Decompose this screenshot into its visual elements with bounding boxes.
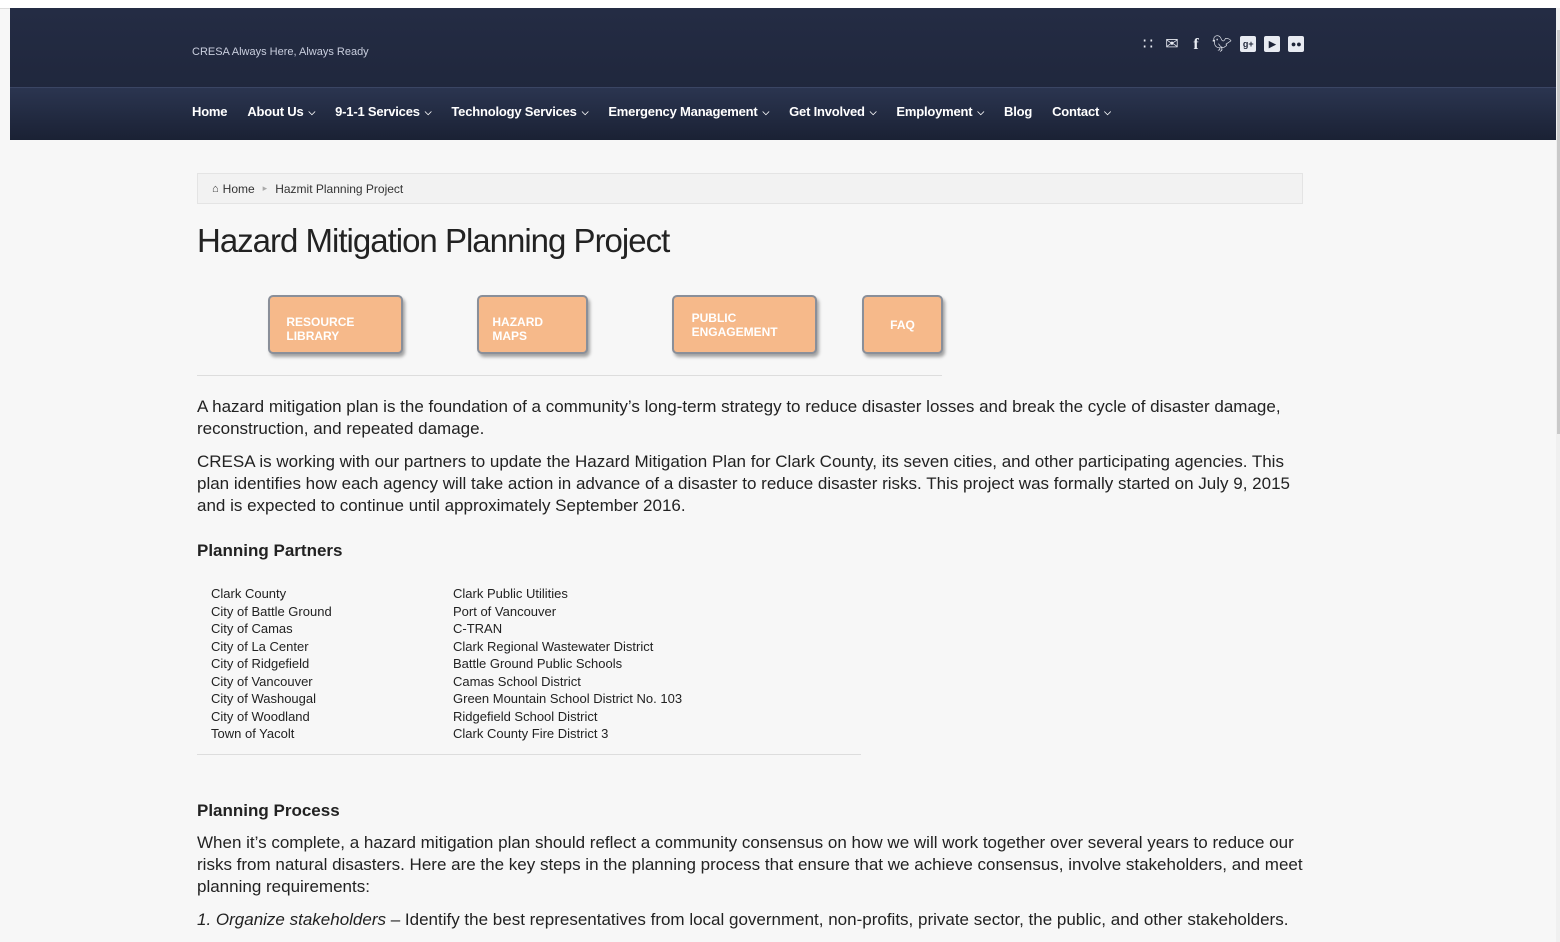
- nav-item-contact[interactable]: Contact ⌵: [1052, 104, 1111, 119]
- flickr-icon[interactable]: ●●: [1288, 36, 1305, 52]
- site-header: CRESA Always Here, Always Ready ∷ ✉ f 🐦︎…: [10, 8, 1556, 140]
- planning-partners-heading: Planning Partners: [197, 541, 343, 560]
- nav-item-get-involved[interactable]: Get Involved ⌵: [789, 104, 876, 119]
- planning-process-heading: Planning Process: [197, 801, 340, 820]
- partner-item: Port of Vancouver: [453, 603, 557, 619]
- partner-item: City of Ridgefield: [211, 656, 310, 671]
- resource-library-button[interactable]: RESOURCE LIBRARY: [268, 295, 403, 354]
- step-1-paragraph: 1. Organize stakeholders – Identify the …: [197, 909, 1307, 931]
- chevron-down-icon: ⌵: [762, 107, 770, 117]
- partner-item: C-TRAN: [453, 621, 503, 636]
- intro-paragraph-2: CRESA is working with our partners to up…: [197, 452, 1290, 515]
- partners-right-column: Clark Public Utilities Port of Vancouver C…: [453, 585, 682, 743]
- chevron-down-icon: ⌵: [977, 107, 985, 117]
- google-plus-icon[interactable]: g+: [1240, 36, 1257, 52]
- youtube-icon[interactable]: ▶: [1264, 36, 1281, 52]
- home-icon: ⌂: [212, 182, 219, 195]
- partner-item: Clark County: [211, 586, 287, 601]
- hazard-maps-button[interactable]: HAZARD MAPS: [477, 295, 588, 354]
- breadcrumb: ⌂ Home ▸ Hazmit Planning Project: [197, 173, 1303, 204]
- partner-item: City of Washougal: [211, 691, 317, 706]
- chevron-down-icon: ⌵: [869, 107, 877, 117]
- email-icon[interactable]: ✉: [1164, 36, 1180, 54]
- chevron-down-icon: ⌵: [1104, 107, 1111, 117]
- public-engagement-button[interactable]: PUBLIC ENGAGEMENT: [672, 295, 817, 354]
- nav-item-technology-services[interactable]: Technology Services ⌵: [451, 104, 588, 119]
- chevron-down-icon: ⌵: [308, 107, 316, 117]
- intro-paragraph-1: A hazard mitigation plan is the foundati…: [197, 397, 1281, 438]
- breadcrumb-separator-icon: ▸: [262, 183, 268, 193]
- social-links: ∷ ✉ f 🐦︎ g+ ▶ ●●: [1140, 36, 1305, 54]
- partner-item: City of Camas: [211, 621, 293, 636]
- partner-item: City of Vancouver: [211, 673, 313, 689]
- step-1-text: – Identify the best representatives from…: [386, 910, 1289, 929]
- nav-item-9-1-1-services[interactable]: 9-1-1 Services ⌵: [335, 104, 431, 119]
- partner-item: Battle Ground Public Schools: [453, 656, 623, 671]
- breadcrumb-home-link[interactable]: Home: [223, 182, 255, 196]
- partner-item: Camas School District: [453, 673, 581, 689]
- site-tagline: CRESA Always Here, Always Ready: [192, 46, 369, 58]
- faq-button[interactable]: FAQ: [862, 295, 943, 354]
- nav-item-blog[interactable]: Blog: [1004, 104, 1032, 119]
- main-nav: Home About Us ⌵ 9-1-1 Services ⌵ Technology S…: [192, 104, 1111, 119]
- facebook-icon[interactable]: f: [1188, 36, 1204, 54]
- nav-item-employment[interactable]: Employment ⌵: [896, 104, 984, 119]
- quick-links: RESOURCE LIBRARY HAZARD MAPS PUBLIC ENGA…: [197, 295, 943, 376]
- step-1-title: 1. Organize stakeholders: [197, 910, 386, 929]
- planning-process-paragraph: When it’s complete, a hazard mitigation …: [197, 833, 1303, 896]
- partner-item: Clark Regional Wastewater District: [453, 638, 654, 654]
- twitter-icon[interactable]: 🐦︎: [1212, 36, 1232, 54]
- nav-item-home[interactable]: Home: [192, 104, 228, 119]
- page-title: Hazard Mitigation Planning Project: [197, 222, 670, 259]
- partner-item: Green Mountain School District No. 103: [453, 691, 683, 706]
- chevron-down-icon: ⌵: [424, 107, 432, 117]
- partner-item: City of La Center: [211, 638, 309, 654]
- nav-item-emergency-management[interactable]: Emergency Management ⌵: [608, 104, 769, 119]
- partner-item: Town of Yacolt: [211, 726, 295, 741]
- partner-item: Clark County Fire District 3: [453, 726, 609, 741]
- breadcrumb-current: Hazmit Planning Project: [275, 181, 404, 196]
- nav-item-about-us[interactable]: About Us ⌵: [247, 104, 315, 119]
- partner-item: Clark Public Utilities: [453, 586, 568, 601]
- partners-list: Clark County City of Battle Ground City of…: [197, 585, 861, 755]
- partner-item: Ridgefield School District: [453, 708, 598, 724]
- partners-left-column: Clark County City of Battle Ground City of…: [211, 585, 332, 743]
- chevron-down-icon: ⌵: [581, 107, 589, 117]
- rss-icon[interactable]: ∷: [1140, 36, 1156, 54]
- partner-item: City of Woodland: [211, 708, 310, 724]
- partner-item: City of Battle Ground: [211, 603, 332, 619]
